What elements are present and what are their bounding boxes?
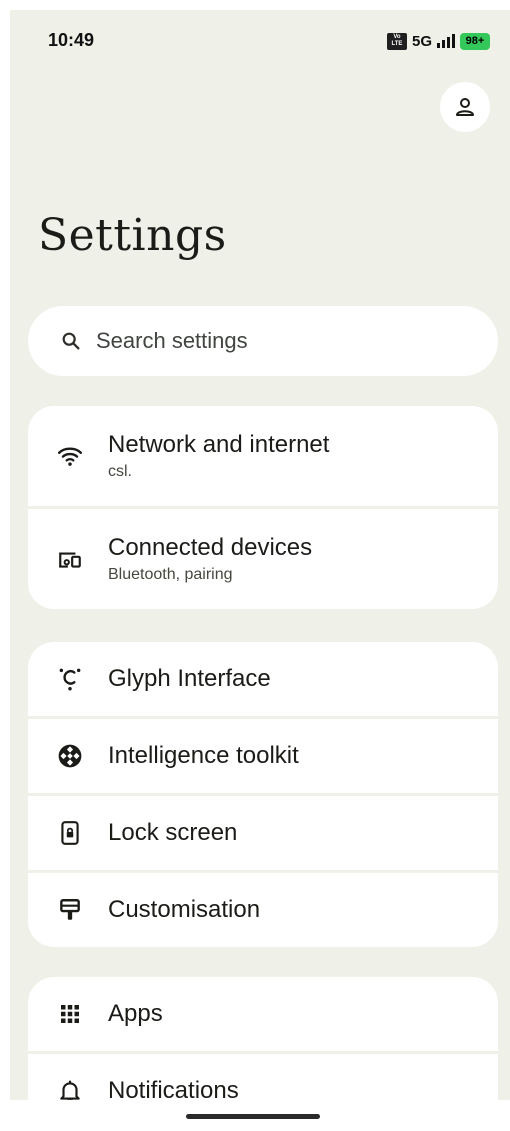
settings-item-network[interactable]: Network and internet csl. xyxy=(28,406,498,506)
settings-item-label: Lock screen xyxy=(108,819,238,846)
settings-item-label: Glyph Interface xyxy=(108,665,271,692)
customisation-icon xyxy=(56,896,84,924)
settings-item-subtitle: csl. xyxy=(108,463,132,480)
settings-item-notifications[interactable]: Notifications xyxy=(28,1054,498,1100)
settings-item-lock-screen[interactable]: Lock screen xyxy=(28,796,498,870)
settings-item-connected-devices[interactable]: Connected devices Bluetooth, pairing xyxy=(28,509,498,609)
wifi-icon xyxy=(56,442,84,470)
battery-icon: 98+ xyxy=(460,32,490,50)
settings-item-label: Network and internet xyxy=(108,431,330,458)
settings-item-label: Intelligence toolkit xyxy=(108,742,299,769)
home-indicator[interactable] xyxy=(186,1114,320,1119)
intelligence-icon xyxy=(56,742,84,770)
connected-devices-icon xyxy=(56,545,84,573)
search-input[interactable]: Search settings xyxy=(28,306,498,376)
network-type-label: 5G xyxy=(411,32,432,50)
apps-grid-icon xyxy=(56,1000,84,1028)
account-avatar-button[interactable] xyxy=(440,82,490,132)
settings-group-apps: Apps Notifications xyxy=(28,977,498,1100)
settings-item-label: Connected devices xyxy=(108,534,313,561)
settings-item-intelligence[interactable]: Intelligence toolkit xyxy=(28,719,498,793)
lock-screen-icon xyxy=(56,819,84,847)
battery-level: 98+ xyxy=(465,35,485,47)
settings-item-label: Customisation xyxy=(108,896,261,923)
settings-item-customisation[interactable]: Customisation xyxy=(28,873,498,947)
settings-item-subtitle: Bluetooth, pairing xyxy=(108,566,233,583)
settings-item-label: Apps xyxy=(108,1000,163,1027)
page-title: Settings xyxy=(38,210,227,261)
volte-bottom-label: LTE xyxy=(391,41,403,47)
status-icons: Vo LTE 5G 98+ xyxy=(386,30,490,52)
search-icon xyxy=(60,330,82,352)
settings-item-glyph[interactable]: Glyph Interface xyxy=(28,642,498,716)
glyph-icon xyxy=(56,665,84,693)
search-placeholder: Search settings xyxy=(96,328,248,353)
status-bar: 10:49 Vo LTE 5G 98+ xyxy=(10,10,510,76)
settings-item-apps[interactable]: Apps xyxy=(28,977,498,1051)
volte-icon: Vo LTE xyxy=(386,32,407,50)
bell-icon xyxy=(56,1077,84,1100)
volte-top-label: Vo xyxy=(393,34,401,40)
signal-strength-icon xyxy=(437,34,455,48)
settings-group-connectivity: Network and internet csl. Connected devi… xyxy=(28,406,498,609)
status-time: 10:49 xyxy=(48,30,95,50)
settings-group-personal: Glyph Interface Intelligence toolkit Loc… xyxy=(28,642,498,947)
settings-screen: 10:49 Vo LTE 5G 98+ Settings Search sett… xyxy=(10,10,510,1100)
person-icon xyxy=(456,98,474,116)
settings-item-label: Notifications xyxy=(108,1077,239,1100)
